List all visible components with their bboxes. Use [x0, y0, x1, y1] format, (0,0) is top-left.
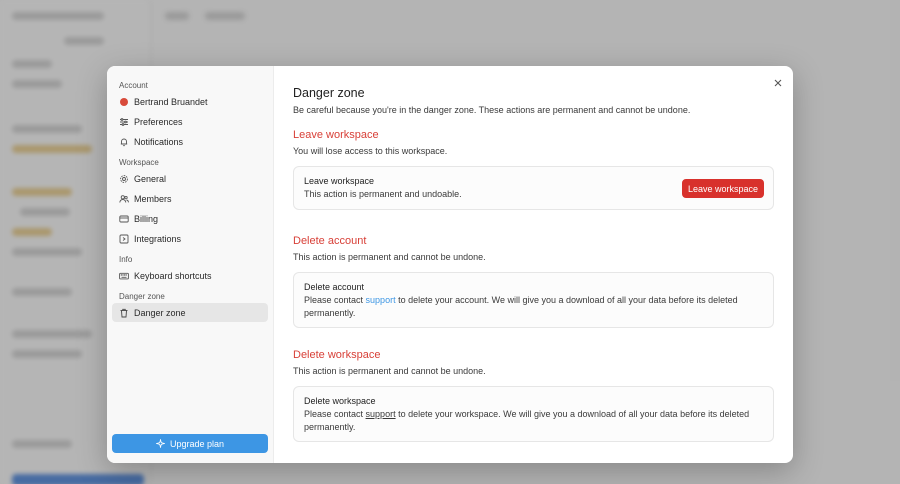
nav-section-info: Info	[119, 255, 133, 264]
delete-account-card: Delete account Please contact support to…	[293, 272, 774, 328]
nav-item-label: Billing	[134, 213, 159, 224]
leave-workspace-card: Leave workspace This action is permanent…	[293, 166, 774, 210]
nav-item-label: Danger zone	[134, 307, 186, 318]
delete-workspace-title: Delete workspace	[293, 349, 381, 361]
nav-item-label: Preferences	[134, 116, 183, 127]
delete-workspace-desc: This action is permanent and cannot be u…	[293, 366, 486, 376]
keyboard-icon	[119, 271, 129, 281]
leave-workspace-title: Leave workspace	[293, 129, 379, 141]
nav-section-workspace: Workspace	[119, 158, 159, 167]
delete-workspace-card-text: Please contact support to delete your wo…	[304, 408, 764, 433]
nav-item-billing[interactable]: Billing	[112, 209, 268, 228]
trash-icon	[119, 308, 129, 318]
page-title: Danger zone	[293, 86, 365, 100]
nav-item-general[interactable]: General	[112, 169, 268, 188]
nav-item-danger-zone[interactable]: Danger zone	[112, 303, 268, 322]
danger-zone-panel: Danger zone Be careful because you're in…	[274, 66, 793, 463]
nav-item-label: General	[134, 173, 167, 184]
nav-item-keyboard-shortcuts[interactable]: Keyboard shortcuts	[112, 266, 268, 285]
leave-workspace-button[interactable]: Leave workspace	[681, 179, 764, 198]
nav-item-label: Bertrand Bruandet	[134, 96, 208, 107]
support-link[interactable]: support	[366, 409, 396, 419]
support-link[interactable]: support	[366, 295, 396, 305]
nav-item-preferences[interactable]: Preferences	[112, 112, 268, 131]
sliders-icon	[119, 117, 129, 127]
nav-section-danger-zone: Danger zone	[119, 292, 165, 301]
gear-icon	[119, 174, 129, 184]
close-icon	[774, 79, 782, 87]
settings-modal: Account Bertrand Bruandet Preferences No…	[107, 66, 793, 463]
page-intro: Be careful because you're in the danger …	[293, 105, 691, 115]
nav-item-notifications[interactable]: Notifications	[112, 132, 268, 151]
nav-item-profile[interactable]: Bertrand Bruandet	[112, 92, 268, 111]
integrations-icon	[119, 234, 129, 244]
users-icon	[119, 194, 129, 204]
credit-card-icon	[119, 214, 129, 224]
nav-section-account: Account	[119, 81, 148, 90]
nav-item-label: Members	[134, 193, 172, 204]
upgrade-plan-label: Upgrade plan	[169, 438, 225, 449]
settings-nav: Account Bertrand Bruandet Preferences No…	[107, 66, 274, 463]
delete-workspace-card-title: Delete workspace	[304, 396, 376, 406]
nav-item-label: Keyboard shortcuts	[134, 270, 212, 281]
avatar	[119, 97, 129, 107]
nav-item-integrations[interactable]: Integrations	[112, 229, 268, 248]
delete-account-text-before: Please contact	[304, 295, 366, 305]
nav-item-label: Notifications	[134, 136, 184, 147]
delete-account-card-text: Please contact support to delete your ac…	[304, 294, 764, 319]
bell-icon	[119, 137, 129, 147]
leave-workspace-desc: You will lose access to this workspace.	[293, 146, 448, 156]
sparkle-icon	[155, 439, 165, 448]
delete-account-card-title: Delete account	[304, 282, 365, 292]
close-button[interactable]	[773, 75, 783, 87]
upgrade-plan-button[interactable]: Upgrade plan	[112, 434, 268, 453]
delete-account-desc: This action is permanent and cannot be u…	[293, 252, 486, 262]
nav-item-members[interactable]: Members	[112, 189, 268, 208]
delete-workspace-card: Delete workspace Please contact support …	[293, 386, 774, 442]
delete-workspace-text-before: Please contact	[304, 409, 366, 419]
nav-item-label: Integrations	[134, 233, 182, 244]
delete-account-title: Delete account	[293, 235, 367, 247]
